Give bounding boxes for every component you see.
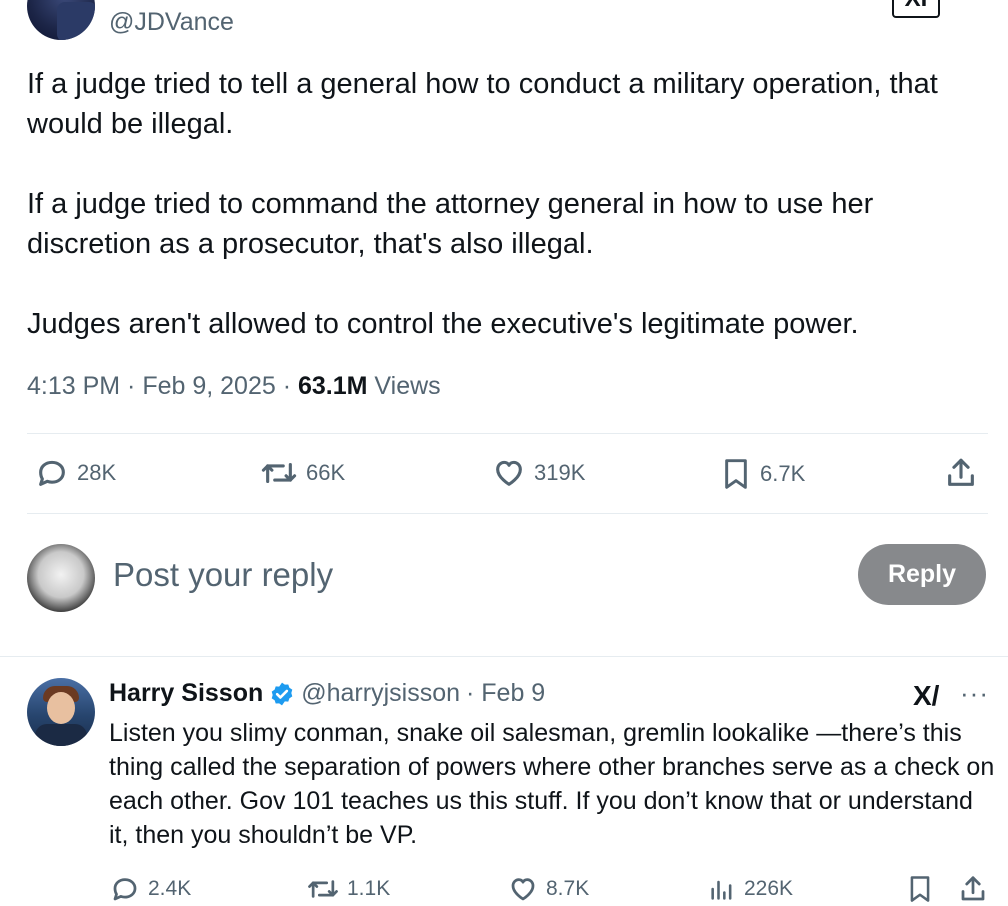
like-count: 319K [534, 460, 586, 485]
tweet-timestamp[interactable]: 4:13 PM · Feb 9, 2025 · [27, 372, 298, 400]
grok-button[interactable]: XI [892, 0, 940, 18]
divider [0, 656, 1008, 657]
reply-button[interactable]: Reply [858, 544, 986, 605]
bookmark-icon [725, 459, 747, 489]
share-icon [948, 458, 974, 486]
grok-icon[interactable]: X/ [913, 680, 939, 712]
divider [27, 433, 988, 434]
author-avatar[interactable] [27, 0, 95, 40]
reply-reply-count: 2.4K [148, 877, 192, 900]
reply-views-action[interactable]: 226K [708, 874, 793, 904]
reply-author-handle[interactable]: @harryjsisson [301, 679, 460, 708]
repost-action[interactable]: 66K [260, 456, 345, 490]
tweet-meta: 4:13 PM · Feb 9, 2025 · 63.1M Views [27, 372, 441, 401]
reply-bookmark-action[interactable] [906, 874, 934, 904]
reply-reply-action[interactable]: 2.4K [110, 874, 191, 904]
share-icon [961, 876, 985, 901]
reply-share-action[interactable] [958, 874, 988, 904]
tweet-paragraph-3: Judges aren't allowed to control the exe… [27, 308, 859, 340]
reply-like-count: 8.7K [546, 877, 590, 900]
verified-badge-icon [271, 682, 293, 705]
more-icon[interactable]: ··· [960, 678, 989, 709]
reply-author-name[interactable]: Harry Sisson [109, 679, 263, 708]
reply-icon [39, 460, 65, 486]
reply-icon [113, 878, 137, 901]
tweet-paragraph-2: If a judge tried to command the attorney… [27, 188, 874, 260]
reply-repost-action[interactable]: 1.1K [307, 874, 390, 904]
repost-count: 66K [306, 460, 346, 485]
author-handle[interactable]: @JDVance [109, 8, 234, 37]
like-icon [511, 878, 535, 901]
views-icon [711, 880, 732, 900]
repost-icon [261, 462, 297, 484]
reply-header: Harry Sisson @harryjsisson · Feb 9 [109, 679, 545, 708]
repost-icon [308, 880, 338, 898]
divider [27, 513, 988, 514]
bookmark-count: 6.7K [760, 461, 806, 486]
bookmark-icon [910, 876, 930, 902]
reply-repost-count: 1.1K [347, 877, 391, 900]
reply-views-count: 226K [744, 877, 794, 900]
tweet-views-count: 63.1M [297, 372, 368, 400]
reply-input[interactable]: Post your reply [113, 556, 333, 594]
reply-text: Listen you slimy conman, snake oil sales… [109, 719, 995, 849]
tweet-paragraph-1: If a judge tried to tell a general how t… [27, 68, 938, 140]
reply-date[interactable]: · Feb 9 [466, 679, 545, 708]
tweet-views-label: Views [367, 372, 441, 400]
reply-like-action[interactable]: 8.7K [508, 874, 589, 904]
share-action[interactable] [944, 456, 978, 490]
reply-action[interactable]: 28K [35, 456, 116, 490]
like-icon [496, 460, 522, 486]
reply-author-avatar[interactable] [27, 678, 95, 746]
bookmark-action[interactable]: 6.7K [720, 456, 805, 492]
current-user-avatar[interactable] [27, 544, 95, 612]
like-action[interactable]: 319K [492, 456, 585, 490]
reply-count: 28K [77, 460, 117, 485]
